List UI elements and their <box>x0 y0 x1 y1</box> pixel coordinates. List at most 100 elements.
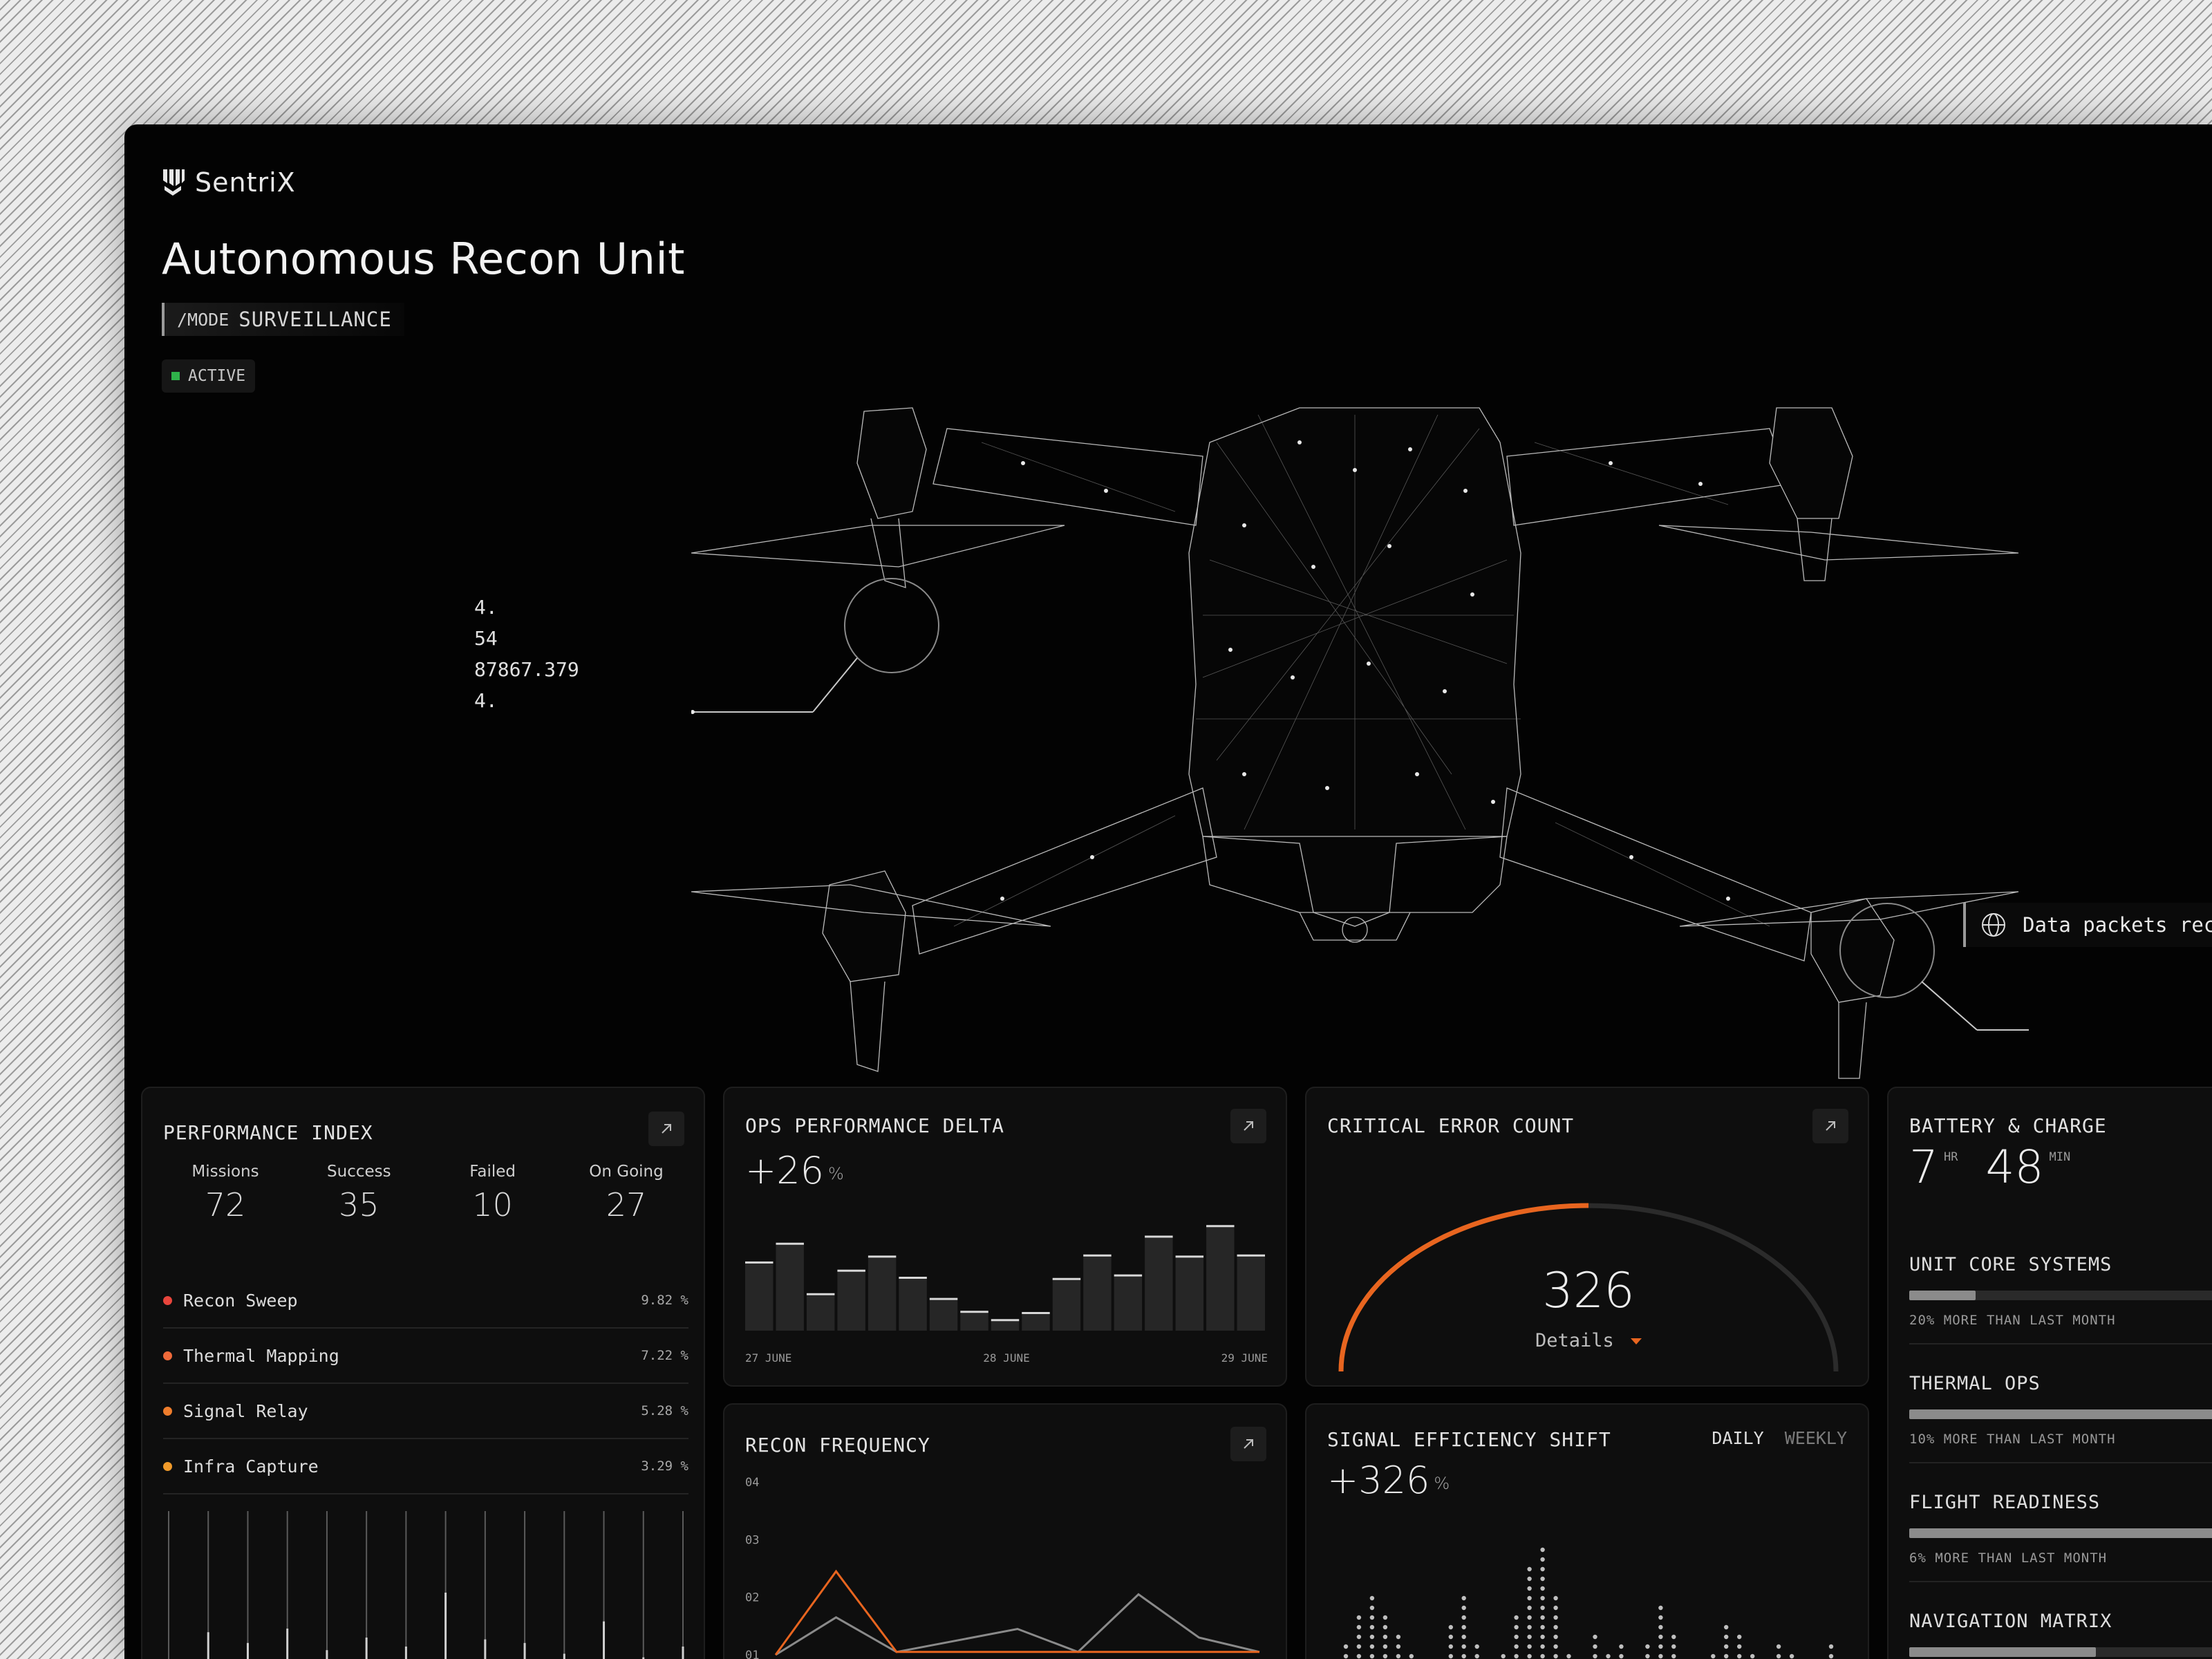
caret-down-icon <box>1631 1338 1642 1344</box>
system-note: 20% MORE THAN LAST MONTH <box>1909 1313 2116 1328</box>
page-title: Autonomous Recon Unit <box>162 234 685 284</box>
delta-unit: % <box>827 1164 844 1183</box>
signal-dot <box>1593 1653 1597 1659</box>
leg-front-right <box>1797 518 1833 581</box>
bar <box>868 1256 897 1331</box>
signal-dot <box>1474 1644 1479 1649</box>
x-tick-label: 27 JUNE <box>745 1351 791 1365</box>
prop-front-right <box>1658 525 2019 561</box>
stat-success: Success 35 <box>297 1163 421 1224</box>
signal-dot <box>1409 1653 1414 1659</box>
stat-label: On Going <box>589 1163 664 1181</box>
data-packets-callout[interactable]: Data packets rec <box>1963 903 2212 947</box>
system-note: 10% MORE THAN LAST MONTH <box>1909 1432 2116 1447</box>
expand-button[interactable] <box>1230 1427 1266 1461</box>
bar <box>929 1299 958 1331</box>
signal-dot <box>1448 1634 1453 1640</box>
signal-dot <box>1382 1624 1388 1630</box>
signal-dot <box>1369 1634 1375 1640</box>
series-line <box>775 1593 1260 1656</box>
card-title: SIGNAL EFFICIENCY SHIFT <box>1327 1428 1611 1451</box>
signal-dot <box>1527 1644 1532 1649</box>
period-tabs: DAILY WEEKLY <box>1712 1428 1847 1448</box>
bullet-dot <box>163 1295 172 1305</box>
signal-dot <box>1553 1624 1558 1630</box>
signal-dot <box>1540 1595 1545 1601</box>
stat-on-going: On Going 27 <box>564 1163 688 1224</box>
signal-dot <box>1553 1605 1558 1611</box>
signal-dot <box>1448 1624 1453 1630</box>
bar <box>1237 1255 1265 1331</box>
details-dropdown[interactable]: Details <box>1306 1330 1868 1351</box>
series-line <box>774 1569 1259 1656</box>
signal-dot <box>1737 1634 1742 1640</box>
readout-line: 4. <box>474 689 498 712</box>
system-thermal-ops: THERMAL OPS 10% MORE THAN LAST MONTH <box>1909 1373 2212 1463</box>
drone-wireframe <box>691 407 2029 1079</box>
card-title: RECON FREQUENCY <box>745 1434 930 1456</box>
signal-dot <box>1671 1644 1676 1649</box>
bullet-dot <box>163 1461 172 1471</box>
mode-key: /MODE <box>177 309 229 330</box>
system-bar-fill <box>1909 1528 2212 1538</box>
system-note: 6% MORE THAN LAST MONTH <box>1909 1550 2108 1566</box>
critical-error-count-card: CRITICAL ERROR COUNT 326 Details <box>1305 1087 1869 1387</box>
leg-rear-left <box>850 981 885 1072</box>
brand[interactable]: SentriX <box>160 167 296 198</box>
list-item-value: 3.29 % <box>641 1459 688 1474</box>
signal-dot <box>1553 1595 1558 1601</box>
signal-dot <box>1343 1653 1349 1659</box>
bar <box>745 1262 774 1331</box>
tab-daily[interactable]: DAILY <box>1712 1428 1763 1448</box>
arrow-up-right-icon <box>662 1124 671 1134</box>
list-item-value: 5.28 % <box>641 1403 688 1418</box>
signal-dot <box>1540 1644 1545 1649</box>
signal-dot <box>1382 1644 1388 1649</box>
stat-value: 27 <box>606 1186 647 1224</box>
signal-dot <box>1369 1624 1375 1630</box>
signal-dot <box>1396 1634 1401 1640</box>
error-value: 326 <box>1542 1262 1635 1319</box>
bar <box>806 1294 835 1331</box>
list-item-label: Signal Relay <box>183 1400 308 1421</box>
expand-button[interactable] <box>1812 1109 1848 1143</box>
expand-button[interactable] <box>1230 1109 1266 1143</box>
signal-dot <box>1461 1634 1466 1640</box>
stat-label: Success <box>327 1163 391 1181</box>
signal-dot <box>1540 1586 1545 1591</box>
expand-button[interactable] <box>648 1112 684 1146</box>
signal-efficiency-card: SIGNAL EFFICIENCY SHIFT DAILY WEEKLY +32… <box>1305 1403 1869 1659</box>
signal-dot <box>1658 1615 1663 1620</box>
dot-matrix-chart <box>1343 1547 1834 1659</box>
readout-line: 54 <box>474 627 498 650</box>
list-item[interactable]: Thermal Mapping 7.22 % <box>163 1329 688 1384</box>
shift-value: +326% <box>1327 1459 1450 1502</box>
signal-dot <box>1540 1615 1545 1620</box>
bar <box>1114 1275 1143 1331</box>
signal-dot <box>1527 1586 1532 1591</box>
list-item[interactable]: Signal Relay 5.28 % <box>163 1384 688 1439</box>
list-item[interactable]: Infra Capture 3.29 % <box>163 1439 688 1494</box>
ops-bar-chart: 27 JUNE 28 JUNE 29 JUNE <box>745 1225 1268 1365</box>
signal-dot <box>1724 1624 1729 1630</box>
bar <box>1022 1313 1050 1331</box>
signal-dot <box>1514 1634 1519 1640</box>
signal-dot <box>1540 1576 1545 1582</box>
signal-dot <box>1553 1634 1558 1640</box>
signal-dot <box>1356 1653 1362 1659</box>
signal-dot <box>1553 1615 1558 1620</box>
signal-dot <box>1461 1624 1466 1630</box>
signal-dot <box>1737 1653 1742 1659</box>
system-bar <box>1909 1291 2212 1300</box>
mode-badge[interactable]: /MODE SURVEILLANCE <box>162 303 404 336</box>
tab-weekly[interactable]: WEEKLY <box>1785 1428 1847 1448</box>
signal-dot <box>1369 1605 1375 1611</box>
list-item[interactable]: Recon Sweep 9.82 % <box>163 1273 688 1329</box>
status-badge: ACTIVE <box>162 359 256 393</box>
bar <box>1083 1255 1112 1331</box>
signal-dot <box>1724 1634 1729 1640</box>
signal-dot <box>1527 1566 1532 1572</box>
signal-dot <box>1540 1557 1545 1562</box>
signal-dot <box>1606 1653 1611 1659</box>
delta-value: +26% <box>745 1149 844 1192</box>
